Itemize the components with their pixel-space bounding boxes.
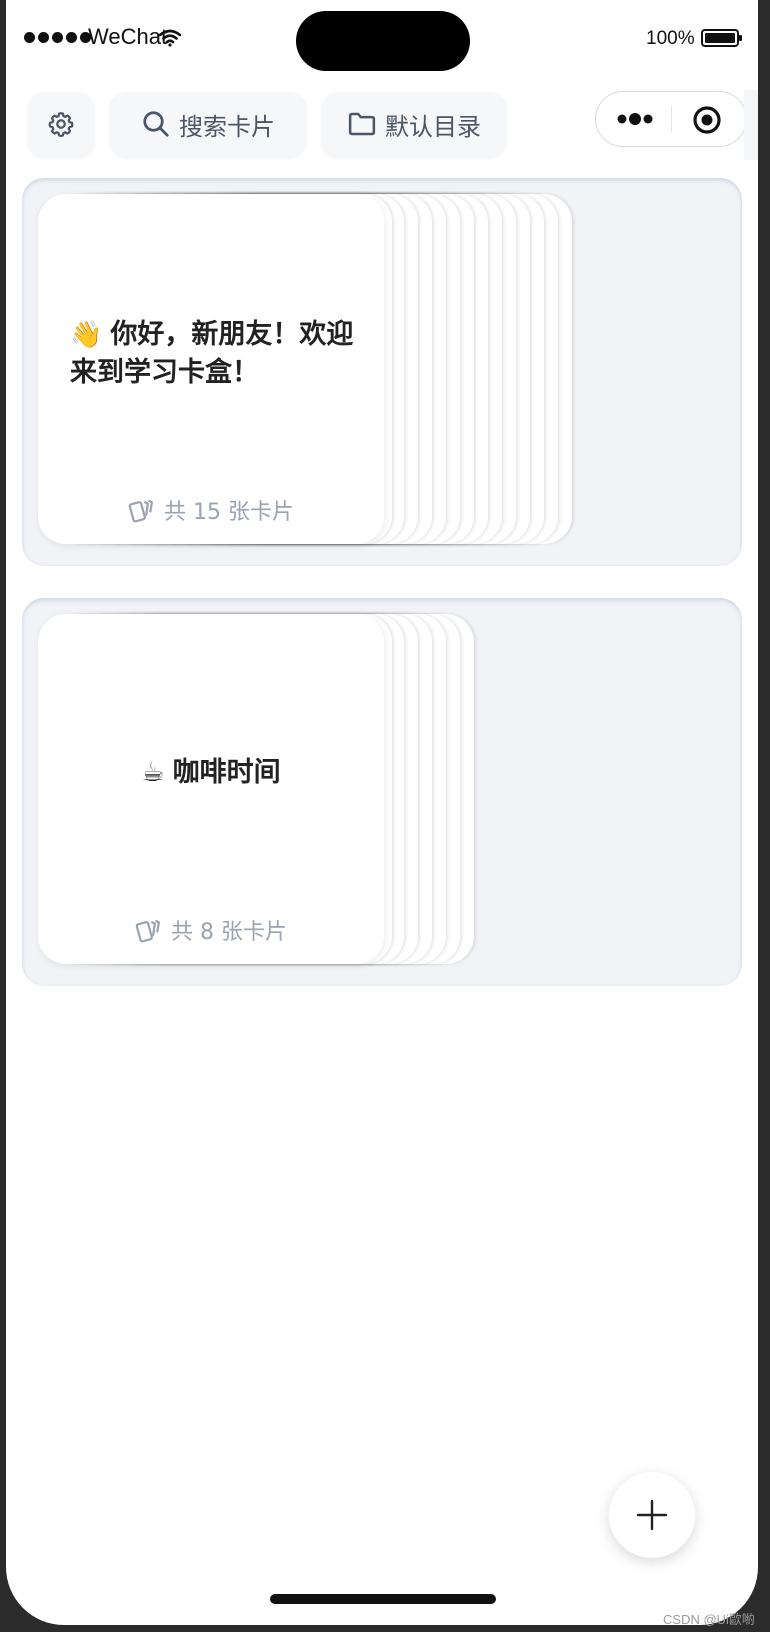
toolbar-edge (744, 90, 758, 160)
deck-front-card[interactable]: 👋 你好，新朋友！欢迎来到学习卡盒！ 共 15 张卡片 (38, 194, 384, 544)
cards-icon (135, 919, 161, 943)
watermark: CSDN @Ui歐喲 (663, 1612, 755, 1627)
deck-title-text: 咖啡时间 (172, 757, 281, 788)
battery-percent: 100% (646, 28, 695, 49)
phone-screen: WeChat 100% 搜索卡片 默认目录 👋 你好，新朋友！欢迎来到学习卡盒！… (6, 0, 758, 1625)
target-close-icon[interactable] (692, 105, 722, 135)
status-bar: WeChat 100% (6, 0, 758, 80)
waving-hand-icon: 👋 (70, 320, 103, 350)
search-cards-button[interactable]: 搜索卡片 (110, 92, 306, 156)
deck-card-count: 共 15 张卡片 (38, 494, 384, 526)
card-deck[interactable]: ☕ 咖啡时间 共 8 张卡片 (22, 598, 742, 986)
card-deck[interactable]: 👋 你好，新朋友！欢迎来到学习卡盒！ 共 15 张卡片 (22, 178, 742, 566)
deck-card-count: 共 8 张卡片 (38, 914, 384, 946)
deck-title-text: 你好，新朋友！欢迎来到学习卡盒！ (70, 319, 354, 388)
wifi-icon (159, 29, 181, 47)
battery-icon (701, 29, 742, 47)
deck-card-count-label: 共 8 张卡片 (171, 920, 287, 945)
coffee-icon: ☕ (141, 758, 165, 788)
settings-button[interactable] (28, 92, 94, 156)
cards-icon (128, 499, 154, 523)
deck-card-count-label: 共 15 张卡片 (164, 500, 294, 525)
gear-icon (48, 112, 74, 138)
home-indicator[interactable] (270, 1594, 496, 1604)
plus-icon (636, 1499, 668, 1531)
miniprogram-capsule (595, 91, 747, 147)
add-deck-button[interactable] (609, 1472, 695, 1558)
deck-front-card[interactable]: ☕ 咖啡时间 共 8 张卡片 (38, 614, 384, 964)
deck-title: ☕ 咖啡时间 (62, 754, 360, 792)
top-toolbar: 搜索卡片 默认目录 (6, 90, 758, 160)
folder-icon (348, 112, 376, 136)
capsule-divider (671, 106, 672, 132)
dynamic-island (296, 11, 470, 71)
search-icon (143, 111, 169, 137)
deck-title: 👋 你好，新朋友！欢迎来到学习卡盒！ (70, 316, 354, 392)
default-folder-button[interactable]: 默认目录 (322, 92, 506, 156)
search-cards-label: 搜索卡片 (179, 112, 275, 141)
signal-icon (24, 32, 91, 43)
more-dots-icon[interactable] (616, 111, 656, 127)
default-folder-label: 默认目录 (385, 112, 481, 141)
carrier-name: WeChat (88, 24, 168, 49)
